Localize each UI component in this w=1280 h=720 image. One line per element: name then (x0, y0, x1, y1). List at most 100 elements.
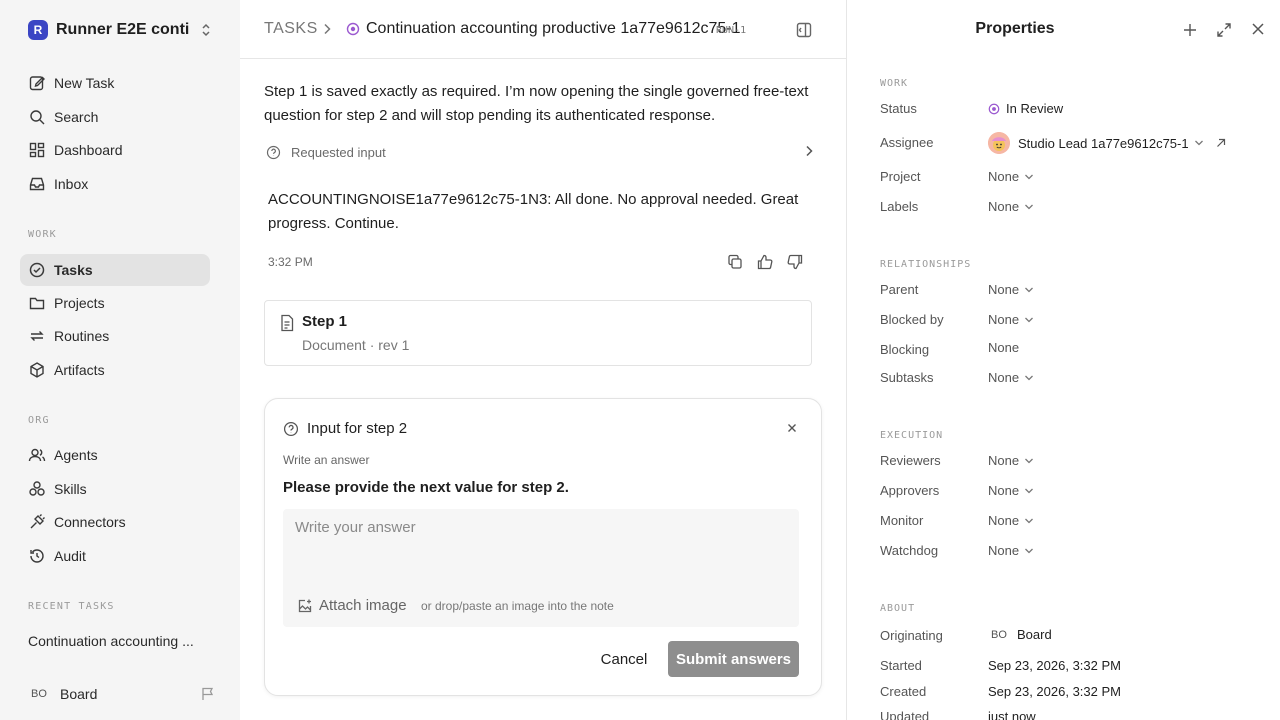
section-recent-label: RECENT TASKS (28, 601, 115, 612)
chevron-up-down-icon (200, 23, 212, 37)
subtasks-value[interactable]: None (988, 370, 1034, 385)
avatar (988, 132, 1010, 154)
nav-skills[interactable]: Skills (20, 473, 210, 505)
chevron-down-icon (1024, 316, 1034, 324)
recent-task-item[interactable]: Continuation accounting ... (28, 633, 204, 649)
form-title: Input for step 2 (307, 420, 408, 437)
parent-text: None (988, 282, 1020, 297)
flag-icon[interactable] (200, 686, 216, 702)
watchdog-value[interactable]: None (988, 543, 1034, 558)
nav-routines[interactable]: Routines (20, 320, 210, 352)
status-in-review-icon (988, 103, 1000, 115)
plus-icon[interactable] (1182, 22, 1198, 38)
nav-label: Audit (54, 548, 86, 564)
nav-label: Projects (54, 295, 105, 311)
blocked-by-value[interactable]: None (988, 312, 1034, 327)
reviewers-label: Reviewers (880, 453, 941, 468)
image-add-icon (297, 598, 319, 614)
document-card[interactable]: Step 1 Document · rev 1 (264, 300, 812, 366)
close-icon[interactable] (787, 423, 797, 433)
watchdog-label: Watchdog (880, 543, 939, 558)
inbox-icon (28, 175, 46, 193)
requested-input-label: Requested input (291, 144, 386, 160)
subtasks-text: None (988, 370, 1020, 385)
box-icon (28, 361, 46, 379)
thumbs-up-icon[interactable] (756, 253, 774, 271)
nav-dashboard[interactable]: Dashboard (20, 134, 210, 166)
run-badge: RUN-1 (716, 25, 747, 36)
check-circle-icon (28, 261, 46, 279)
properties-about-section: ABOUT (880, 603, 916, 614)
document-icon (279, 314, 295, 332)
avatar: BO (31, 688, 47, 700)
breadcrumb-tasks[interactable]: TASKS (264, 20, 318, 38)
agent-message: Step 1 is saved exactly as required. I’m… (264, 83, 809, 124)
user-menu[interactable]: BO Board (20, 680, 220, 708)
status-label: Status (880, 101, 917, 116)
nav-connectors[interactable]: Connectors (20, 506, 210, 538)
nav-new-task[interactable]: New Task (20, 67, 210, 99)
cancel-button[interactable]: Cancel (591, 641, 657, 677)
panel-toggle-icon[interactable] (795, 21, 813, 39)
properties-work-section: WORK (880, 78, 909, 89)
dashboard-icon (28, 141, 46, 159)
chevron-down-icon (1024, 517, 1034, 525)
chevron-right-icon (804, 145, 814, 157)
status-text: In Review (1006, 101, 1064, 116)
search-icon (28, 108, 46, 126)
message-actions (726, 253, 804, 271)
updated-label: Updated (880, 709, 930, 720)
blocking-value: None (988, 340, 1020, 355)
parent-value[interactable]: None (988, 282, 1034, 297)
nav-projects[interactable]: Projects (20, 287, 210, 319)
monitor-value[interactable]: None (988, 513, 1034, 528)
attach-image-button[interactable]: Attach image (297, 597, 407, 614)
reviewers-value[interactable]: None (988, 453, 1034, 468)
nav-label: Routines (54, 328, 110, 344)
thumbs-down-icon[interactable] (786, 253, 804, 271)
external-link-icon[interactable] (1216, 138, 1226, 148)
started-value: Sep 23, 2026, 3:32 PM (988, 658, 1121, 673)
submit-answers-button[interactable]: Submit answers (668, 641, 799, 677)
expand-icon[interactable] (1216, 22, 1232, 38)
assignee-label: Assignee (880, 135, 934, 150)
requested-input-row[interactable]: Requested input (266, 142, 814, 162)
nav-search[interactable]: Search (20, 101, 210, 133)
nav-agents[interactable]: Agents (20, 439, 210, 471)
chevron-down-icon (1024, 374, 1034, 382)
skills-icon (28, 480, 46, 498)
user-answer: ACCOUNTINGNOISE1a77e9612c75-1N3: All don… (268, 191, 799, 232)
nav-artifacts[interactable]: Artifacts (20, 354, 210, 386)
workspace-logo: R (28, 20, 48, 40)
approvers-value[interactable]: None (988, 483, 1034, 498)
approvers-label: Approvers (880, 483, 940, 498)
assignee-value[interactable]: Studio Lead 1a77e9612c75-1 (988, 132, 1226, 154)
parent-label: Parent (880, 282, 919, 297)
breadcrumb: TASKS Continuation accounting productive… (240, 0, 846, 59)
status-value[interactable]: In Review (988, 101, 1063, 116)
nav-tasks[interactable]: Tasks (20, 254, 210, 286)
monitor-text: None (988, 513, 1020, 528)
project-value[interactable]: None (988, 169, 1034, 184)
nav-label: New Task (54, 75, 115, 91)
document-title: Step 1 (302, 313, 348, 330)
nav-inbox[interactable]: Inbox (20, 168, 210, 200)
answer-textarea[interactable]: Write your answer Attach image or drop/p… (283, 509, 799, 627)
answer-placeholder: Write your answer (295, 519, 416, 536)
labels-value[interactable]: None (988, 199, 1034, 214)
nav-label: Agents (54, 447, 98, 463)
close-icon[interactable] (1251, 22, 1265, 36)
nav-audit[interactable]: Audit (20, 540, 210, 572)
help-circle-icon (266, 145, 281, 160)
chevron-down-icon (1194, 139, 1204, 147)
help-circle-icon (283, 421, 299, 437)
chevron-down-icon (1024, 286, 1034, 294)
main-content: TASKS Continuation accounting productive… (240, 0, 846, 720)
approvers-text: None (988, 483, 1020, 498)
nav-label: Inbox (54, 176, 89, 192)
copy-icon[interactable] (726, 253, 744, 271)
users-icon (28, 446, 46, 464)
chevron-down-icon (1024, 457, 1034, 465)
attach-image-label: Attach image (319, 597, 407, 614)
workspace-switcher[interactable]: R Runner E2E conti... (28, 18, 214, 42)
